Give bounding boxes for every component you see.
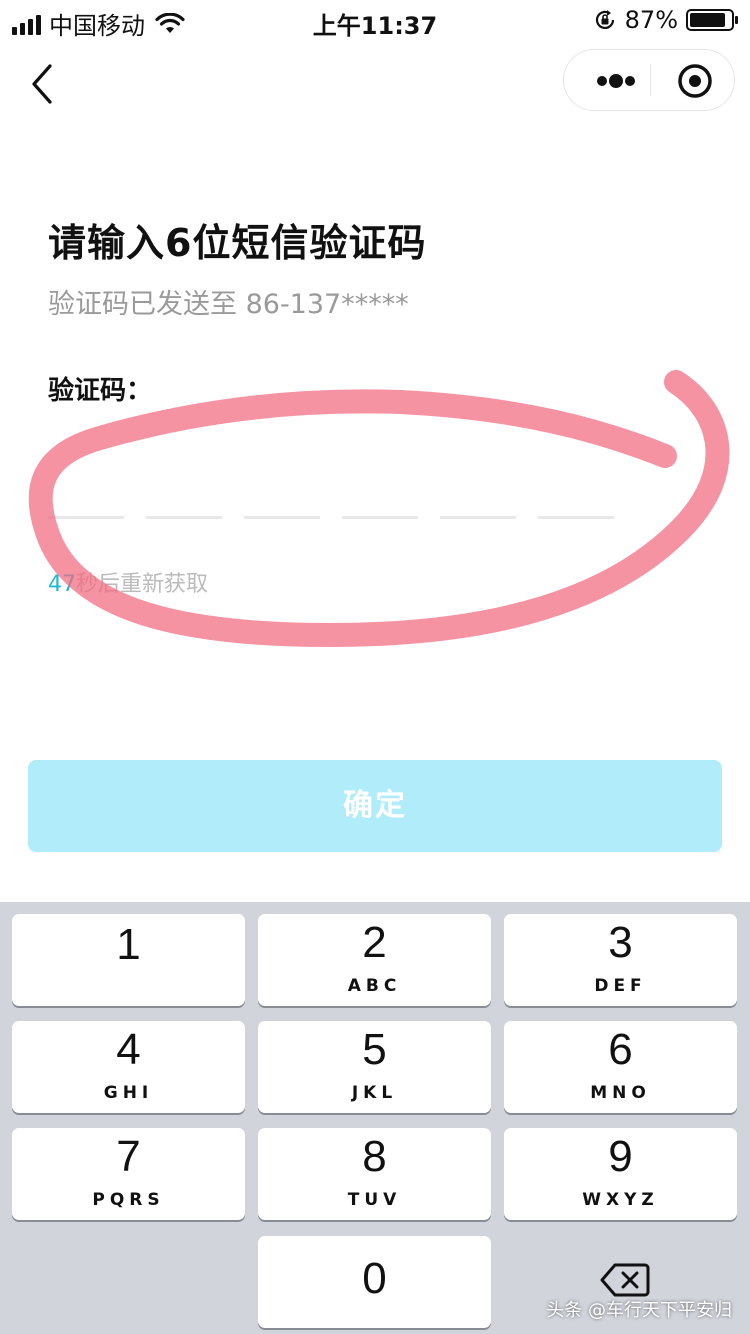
key-0[interactable]: 0 [258, 1236, 491, 1328]
key-9[interactable]: 9 WXYZ [504, 1128, 737, 1220]
code-slot [440, 516, 516, 519]
key-7[interactable]: 7 PQRS [12, 1128, 245, 1220]
key-letters: DEF [594, 976, 647, 996]
back-button[interactable] [26, 60, 66, 108]
backspace-icon [600, 1263, 650, 1297]
key-letters: MNO [590, 1083, 651, 1103]
key-digit: 6 [608, 1025, 633, 1074]
key-letters: TUV [347, 1190, 402, 1210]
battery-percent: 87% [624, 6, 678, 34]
code-slot [48, 516, 124, 519]
chevron-left-icon [32, 64, 52, 104]
more-button[interactable] [584, 50, 648, 110]
red-ellipse-annotation [28, 370, 730, 647]
countdown-seconds: 47 [48, 572, 76, 597]
code-slot [342, 516, 418, 519]
key-digit: 9 [608, 1132, 633, 1181]
battery-fill [690, 13, 725, 27]
key-digit: 7 [116, 1132, 141, 1181]
key-8[interactable]: 8 TUV [258, 1128, 491, 1220]
key-letters: JKL [351, 1083, 398, 1103]
confirm-button[interactable]: 确定 [28, 760, 722, 852]
key-letters: GHI [103, 1083, 154, 1103]
key-6[interactable]: 6 MNO [504, 1021, 737, 1113]
key-2[interactable]: 2 ABC [258, 914, 491, 1006]
close-button[interactable] [672, 58, 718, 104]
battery-icon [686, 9, 738, 31]
resend-countdown: 47秒后重新获取 [48, 566, 208, 598]
key-4[interactable]: 4 GHI [12, 1021, 245, 1113]
key-3[interactable]: 3 DEF [504, 914, 737, 1006]
target-close-icon [678, 64, 712, 98]
orientation-lock-icon [595, 10, 614, 29]
key-digit: 1 [116, 920, 141, 969]
key-digit: 5 [362, 1025, 387, 1074]
key-digit: 8 [362, 1132, 387, 1181]
key-letters: PQRS [92, 1190, 165, 1210]
key-digit: 0 [362, 1254, 387, 1303]
key-digit: 2 [362, 918, 387, 967]
key-digit: 3 [608, 918, 633, 967]
key-letters: WXYZ [582, 1190, 659, 1210]
code-label: 验证码： [48, 376, 153, 406]
sent-to-text: 验证码已发送至 86-137***** [48, 289, 409, 320]
code-slot [244, 516, 320, 519]
miniprogram-capsule [563, 49, 735, 111]
code-slot [146, 516, 222, 519]
key-1[interactable]: 1 [12, 914, 245, 1006]
key-letters: ABC [347, 976, 402, 996]
more-dots-icon [597, 74, 635, 88]
code-input[interactable] [48, 516, 614, 519]
page-title: 请输入6位短信验证码 [48, 221, 427, 265]
code-slot [538, 516, 614, 519]
watermark-text: 头条 @车行天下平安归 [546, 1300, 732, 1321]
status-bar: 中国移动 上午11:37 87% [0, 0, 750, 40]
key-digit: 4 [116, 1025, 141, 1074]
key-5[interactable]: 5 JKL [258, 1021, 491, 1113]
resend-label: 秒后重新获取 [76, 572, 209, 597]
status-right: 87% [593, 6, 738, 34]
capsule-divider [650, 64, 651, 96]
